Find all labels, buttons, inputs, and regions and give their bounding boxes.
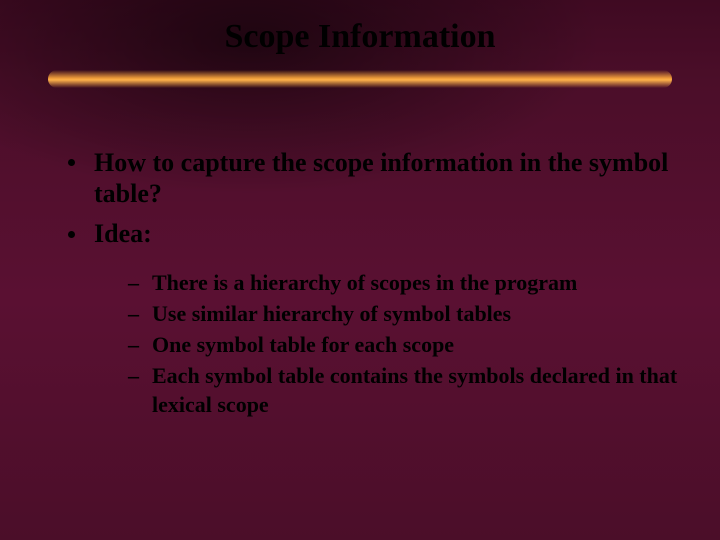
bullet-l1: Idea: [68, 219, 680, 250]
bullet-l2-text: Use similar hierarchy of symbol tables [152, 301, 511, 326]
slide-title: Scope Information [0, 18, 720, 56]
dash-icon: – [128, 330, 139, 359]
bullet-l2-text: One symbol table for each scope [152, 332, 454, 357]
slide-content: How to capture the scope information in … [68, 148, 680, 421]
dash-icon: – [128, 361, 139, 390]
title-underline [48, 70, 672, 88]
bullet-dot-icon [68, 231, 75, 238]
sub-bullet-list: – There is a hierarchy of scopes in the … [68, 268, 680, 419]
bullet-l2: – There is a hierarchy of scopes in the … [128, 268, 680, 297]
dash-icon: – [128, 268, 139, 297]
dash-icon: – [128, 299, 139, 328]
bullet-l1: How to capture the scope information in … [68, 148, 680, 209]
bullet-l2-text: Each symbol table contains the symbols d… [152, 363, 677, 417]
bullet-l1-text: How to capture the scope information in … [94, 148, 668, 208]
bullet-l2-text: There is a hierarchy of scopes in the pr… [152, 270, 577, 295]
bullet-dot-icon [68, 159, 75, 166]
bullet-l2: – One symbol table for each scope [128, 330, 680, 359]
bullet-l2: – Each symbol table contains the symbols… [128, 361, 680, 419]
bullet-l1-wrap: How to capture the scope information in … [68, 148, 680, 209]
bullet-l1-text: Idea: [94, 219, 152, 248]
slide: Scope Information How to capture the sco… [0, 0, 720, 540]
bullet-l2: – Use similar hierarchy of symbol tables [128, 299, 680, 328]
bullet-l1-wrap: Idea: [68, 219, 680, 250]
